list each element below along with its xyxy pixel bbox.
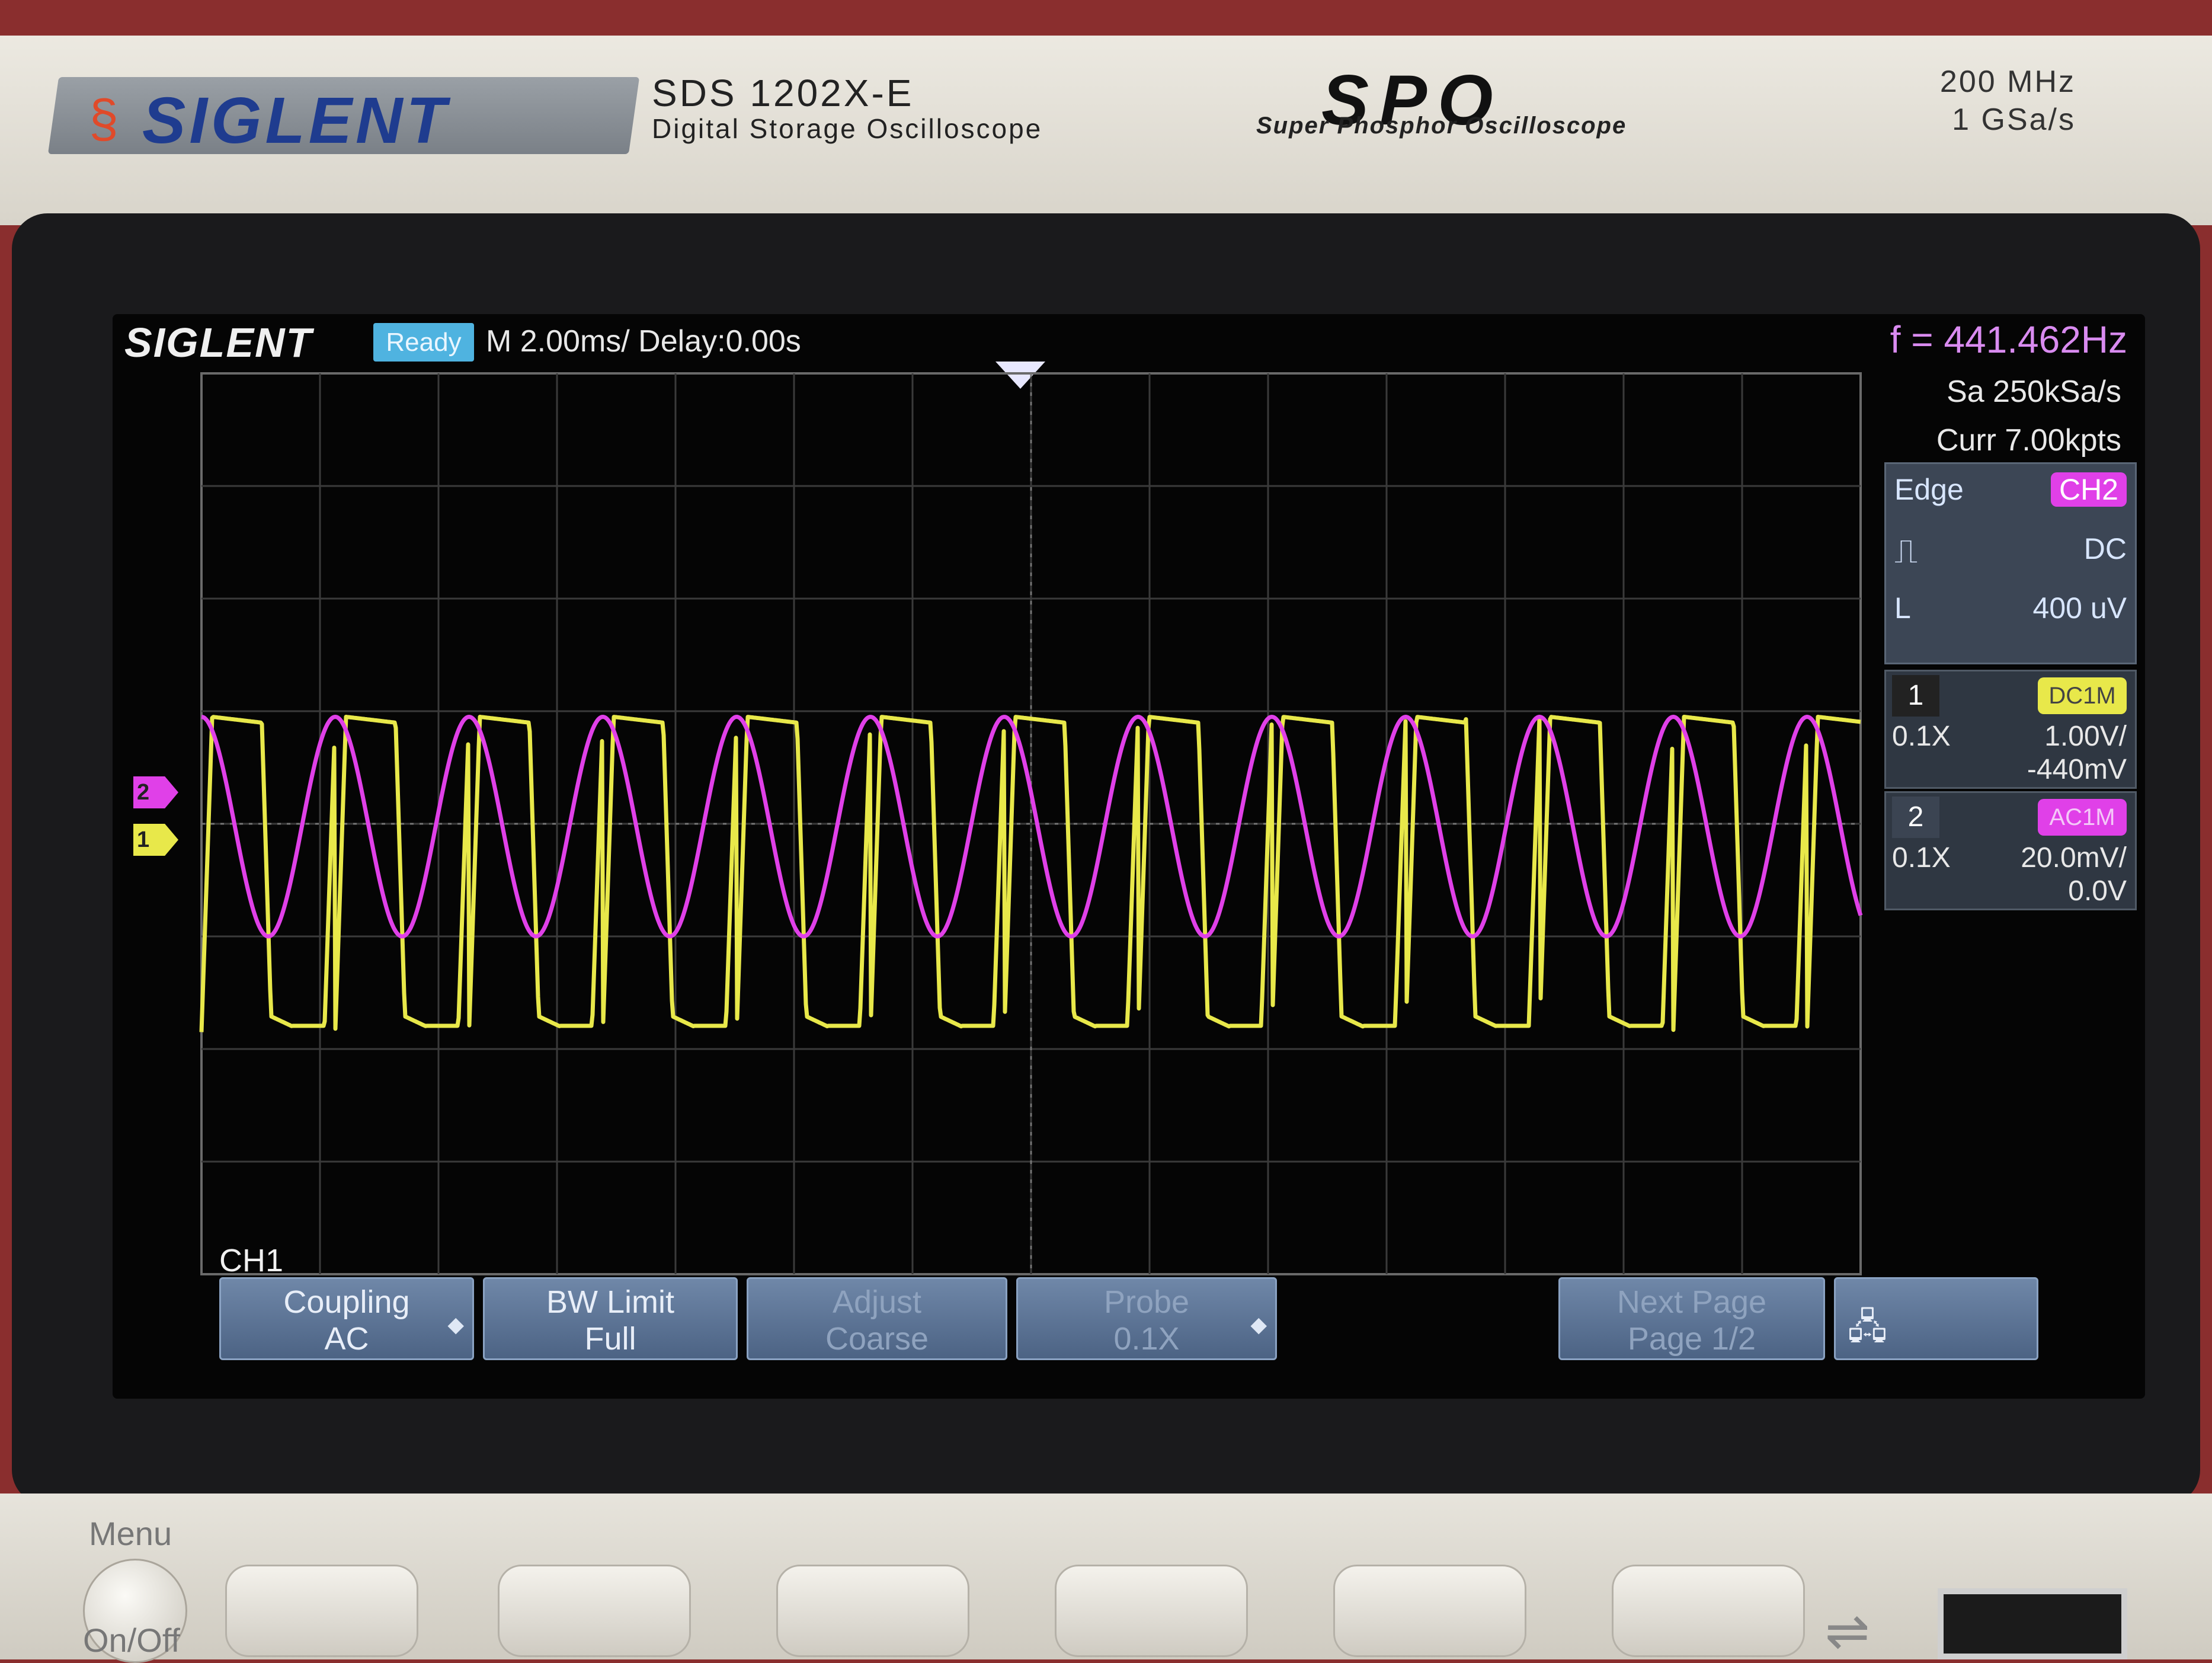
ch2-offset-marker[interactable]: 2 (133, 776, 178, 808)
usb-icon: ⇌ (1825, 1602, 1870, 1661)
spec-bandwidth: 200 MHz (1939, 65, 2076, 99)
softkey-probe-value: 0.1X (1113, 1321, 1180, 1357)
ch1-offset: -440mV (2027, 754, 2127, 785)
spec-sample-rate: 1 GSa/s (1952, 103, 2076, 137)
memory-depth: Curr 7.00kpts (1936, 423, 2121, 458)
select-arrow-icon: ◆ (1250, 1312, 1267, 1336)
softkey-adjust[interactable]: Adjust Coarse (747, 1277, 1007, 1360)
softkey-bw-limit[interactable]: BW Limit Full (483, 1277, 738, 1360)
softkey-bw-limit-value: Full (584, 1321, 636, 1357)
hw-softkey-1[interactable] (225, 1565, 418, 1657)
run-state-badge[interactable]: Ready (373, 323, 474, 362)
softkey-coupling[interactable]: Coupling AC ◆ (219, 1277, 474, 1360)
ch1-coupling-tag: DC1M (2038, 677, 2127, 714)
softkey-next-page-label: Next Page (1616, 1284, 1767, 1320)
softkey-adjust-label: Adjust (832, 1284, 922, 1320)
ch2-number: 2 (1892, 797, 1939, 838)
softkey-bw-limit-label: BW Limit (546, 1284, 674, 1320)
model-description: Digital Storage Oscilloscope (652, 113, 1043, 144)
model-number: SDS 1202X-E (652, 72, 914, 114)
network-icon: 🖧 (1848, 1307, 1887, 1347)
ch2-offset: 0.0V (2068, 875, 2127, 907)
trigger-coupling: DC (2083, 532, 2127, 565)
trigger-type: Edge (1894, 473, 1964, 506)
ch2-info-box[interactable]: 2 AC1M 0.1X 20.0mV/ 0.0V (1884, 791, 2137, 910)
trigger-level-label: L (1894, 591, 1911, 625)
hw-softkey-5[interactable] (1333, 1565, 1526, 1657)
ch1-probe: 0.1X (1892, 721, 1951, 752)
frequency-readout: f = 441.462Hz (1890, 318, 2127, 361)
ch2-probe: 0.1X (1892, 842, 1951, 874)
acquisition-info: Sa 250kSa/s Curr 7.00kpts (1884, 367, 2133, 465)
siglent-logo-icon: § (89, 89, 119, 149)
select-arrow-icon: ◆ (447, 1312, 464, 1336)
softkey-probe-label: Probe (1103, 1284, 1190, 1320)
waveform-plot (199, 372, 1863, 1275)
usb-port[interactable] (1938, 1588, 2127, 1659)
ch2-scale: 20.0mV/ (2021, 842, 2127, 874)
bezel-brand: SIGLENT (142, 84, 450, 157)
ch1-info-box[interactable]: 1 DC1M 0.1X 1.00V/ -440mV (1884, 670, 2137, 789)
menu-label: Menu (89, 1515, 172, 1552)
spo-description: Super Phosphor Oscilloscope (1256, 113, 1627, 139)
softkey-coupling-value: AC (324, 1321, 369, 1357)
scope-screen: SIGLENT Ready M 2.00ms/ Delay:0.00s f = … (113, 314, 2145, 1399)
softkey-next-page-value: Page 1/2 (1627, 1321, 1756, 1357)
hw-softkey-2[interactable] (498, 1565, 691, 1657)
softkey-coupling-label: Coupling (283, 1284, 410, 1320)
softkey-adjust-value: Coarse (825, 1321, 929, 1357)
rising-edge-icon: ⎍ (1894, 532, 1918, 570)
softkey-network[interactable]: 🖧 (1834, 1277, 2038, 1360)
softkey-probe[interactable]: Probe 0.1X ◆ (1016, 1277, 1277, 1360)
ch2-coupling-tag: AC1M (2038, 799, 2127, 836)
ch1-scale: 1.00V/ (2044, 721, 2127, 752)
ch1-offset-marker[interactable]: 1 (133, 824, 178, 856)
softkey-next-page[interactable]: Next Page Page 1/2 (1558, 1277, 1825, 1360)
hw-softkey-3[interactable] (776, 1565, 969, 1657)
trigger-source: CH2 (2050, 472, 2127, 507)
status-bar: SIGLENT Ready M 2.00ms/ Delay:0.00s f = … (113, 314, 2145, 367)
active-menu-title: CH1 (219, 1243, 284, 1278)
hw-softkey-6[interactable] (1612, 1565, 1805, 1657)
hw-softkey-4[interactable] (1055, 1565, 1248, 1657)
ch1-number: 1 (1892, 675, 1939, 717)
timebase-readout: M 2.00ms/ Delay:0.00s (486, 324, 801, 359)
sample-rate: Sa 250kSa/s (1947, 375, 2121, 409)
screen-brand: SIGLENT (124, 319, 313, 366)
onoff-label: On/Off (83, 1622, 180, 1659)
trigger-panel[interactable]: Edge CH2 ⎍ DC L 400 uV (1884, 462, 2137, 664)
trigger-level: 400 uV (2032, 591, 2127, 625)
